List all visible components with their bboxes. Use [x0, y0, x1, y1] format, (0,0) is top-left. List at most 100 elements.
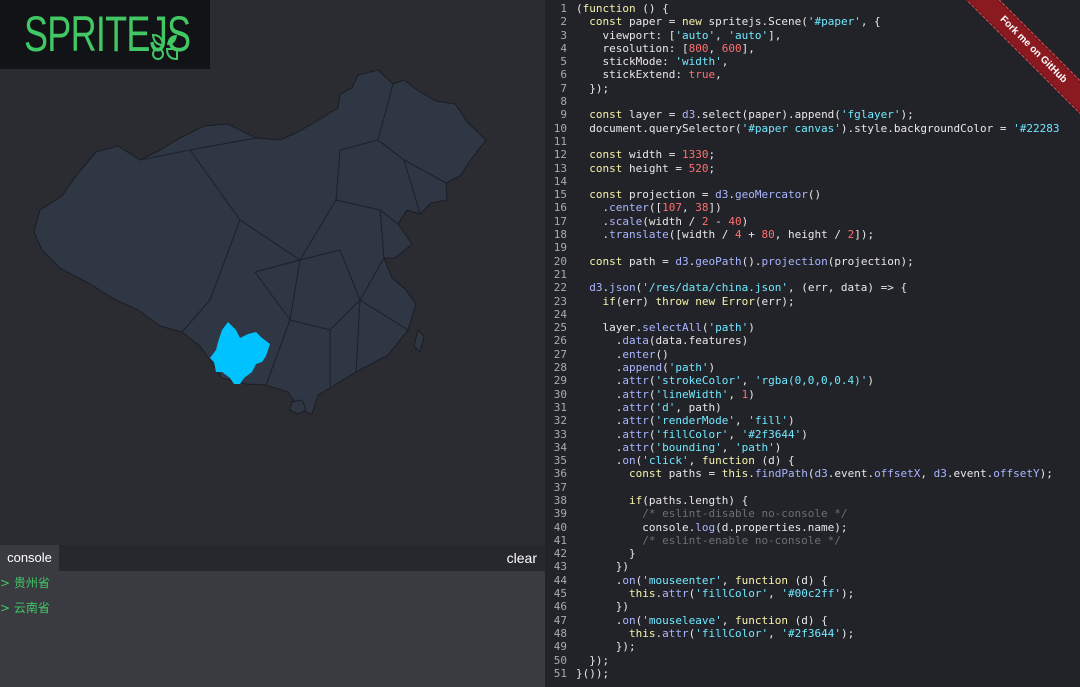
line-number: 33: [553, 427, 567, 441]
code-line: 43 }): [545, 560, 1059, 573]
code-line: 44 .on('mouseenter', function (d) {: [545, 574, 1059, 587]
code-line: 31 .attr('d', path): [545, 401, 1059, 414]
code-line: 23 if(err) throw new Error(err);: [545, 295, 1059, 308]
code-line: 4 resolution: [800, 600],: [545, 42, 1059, 55]
line-number: 1: [560, 2, 567, 15]
line-number: 32: [553, 414, 567, 428]
line-number: 8: [560, 95, 567, 109]
code-line: 12 const width = 1330;: [545, 148, 1059, 161]
code-line: 26 .data(data.features): [545, 334, 1059, 347]
line-number: 28: [553, 361, 567, 375]
code-line: 18 .translate([width / 4 + 80, height / …: [545, 228, 1059, 241]
code-line: 20 const path = d3.geoPath().projection(…: [545, 255, 1059, 268]
console-panel: console clear > 贵州省 > 云南省: [0, 545, 545, 687]
console-log-line: > 云南省: [0, 601, 50, 615]
code-line: 29 .attr('strokeColor', 'rgba(0,0,0,0.4)…: [545, 374, 1059, 387]
line-number: 14: [553, 174, 567, 188]
line-number: 47: [553, 613, 567, 627]
code-line: 14: [545, 175, 1059, 188]
code-line: 8: [545, 95, 1059, 108]
code-line: 30 .attr('lineWidth', 1): [545, 388, 1059, 401]
console-tab[interactable]: console: [0, 545, 59, 571]
line-number: 46: [553, 600, 567, 614]
line-number: 35: [553, 454, 567, 468]
line-number: 24: [553, 307, 567, 321]
line-number: 30: [553, 387, 567, 401]
code-line: 33 .attr('fillColor', '#2f3644'): [545, 428, 1059, 441]
line-number: 2: [560, 15, 567, 29]
line-number: 7: [560, 81, 567, 95]
line-number: 44: [553, 573, 567, 587]
code-line: 6 stickExtend: true,: [545, 68, 1059, 81]
code-line: 46 }): [545, 600, 1059, 613]
code-line: 15 const projection = d3.geoMercator(): [545, 188, 1059, 201]
line-number: 34: [553, 440, 567, 454]
line-number: 38: [553, 493, 567, 507]
code-line: 36 const paths = this.findPath(d3.event.…: [545, 467, 1059, 480]
code-line: 25 layer.selectAll('path'): [545, 321, 1059, 334]
line-number: 23: [553, 294, 567, 308]
line-number: 20: [553, 254, 567, 268]
code-line: 51}());: [545, 667, 1059, 680]
code-line: 19: [545, 241, 1059, 254]
code-line: 10 document.querySelector('#paper canvas…: [545, 122, 1060, 135]
console-log-line: > 贵州省: [0, 576, 50, 590]
clear-button[interactable]: clear: [507, 545, 537, 571]
source-code[interactable]: 1 (function () {2 const paper = new sprit…: [545, 2, 1060, 680]
line-number: 15: [553, 188, 567, 202]
code-line: 9 const layer = d3.select(paper).append(…: [545, 108, 1059, 121]
line-number: 4: [560, 41, 567, 55]
line-number: 50: [553, 653, 567, 667]
line-number: 16: [553, 201, 567, 215]
logo: SPRITEJS: [0, 0, 210, 69]
line-number: 26: [553, 334, 567, 348]
code-line: 5 stickMode: 'width',: [545, 55, 1059, 68]
line-number: 6: [560, 68, 567, 82]
code-line: 37: [545, 481, 1059, 494]
code-line: 38 if(paths.length) {: [545, 494, 1059, 507]
line-number: 5: [560, 55, 567, 69]
code-line: 47 .on('mouseleave', function (d) {: [545, 614, 1059, 627]
line-number: 11: [553, 134, 567, 148]
line-number: 17: [553, 214, 567, 228]
code-line: 28 .append('path'): [545, 361, 1059, 374]
code-line: 16 .center([107, 38]): [545, 201, 1059, 214]
line-number: 39: [553, 507, 567, 521]
line-number: 29: [553, 374, 567, 388]
line-number: 41: [553, 533, 567, 547]
line-number: 27: [553, 347, 567, 361]
line-number: 22: [553, 281, 567, 295]
code-line: 45 this.attr('fillColor', '#00c2ff');: [545, 587, 1059, 600]
line-number: 42: [553, 547, 567, 561]
line-number: 21: [553, 267, 567, 281]
code-line: 11: [545, 135, 1059, 148]
line-number: 19: [553, 241, 567, 255]
code-line: 41 /* eslint-enable no-console */: [545, 534, 1059, 547]
line-number: 18: [553, 228, 567, 242]
code-line: 35 .on('click', function (d) {: [545, 454, 1059, 467]
console-header: console clear: [0, 545, 545, 571]
code-line: 2 const paper = new spritejs.Scene('#pap…: [545, 15, 1059, 28]
code-line: 21: [545, 268, 1059, 281]
code-line: 48 this.attr('fillColor', '#2f3644');: [545, 627, 1059, 640]
line-number: 9: [560, 108, 567, 122]
code-line: 34 .attr('bounding', 'path'): [545, 441, 1059, 454]
china-map[interactable]: [0, 0, 545, 545]
code-line: 42 }: [545, 547, 1059, 560]
code-line: 13 const height = 520;: [545, 162, 1059, 175]
code-line: 32 .attr('renderMode', 'fill'): [545, 414, 1059, 427]
code-line: 7 });: [545, 82, 1059, 95]
line-number: 13: [553, 161, 567, 175]
code-line: 40 console.log(d.properties.name);: [545, 521, 1059, 534]
code-line: 17 .scale(width / 2 - 40): [545, 215, 1059, 228]
line-number: 49: [553, 640, 567, 654]
code-line: 24: [545, 308, 1059, 321]
code-editor-pane[interactable]: 1 (function () {2 const paper = new sprit…: [545, 0, 1080, 687]
line-number: 31: [553, 400, 567, 414]
taiwan-island[interactable]: [413, 329, 425, 353]
code-line: 3 viewport: ['auto', 'auto'],: [545, 29, 1059, 42]
line-number: 36: [553, 467, 567, 481]
line-number: 43: [553, 560, 567, 574]
code-line: 39 /* eslint-disable no-console */: [545, 507, 1059, 520]
code-line: 50 });: [545, 654, 1059, 667]
